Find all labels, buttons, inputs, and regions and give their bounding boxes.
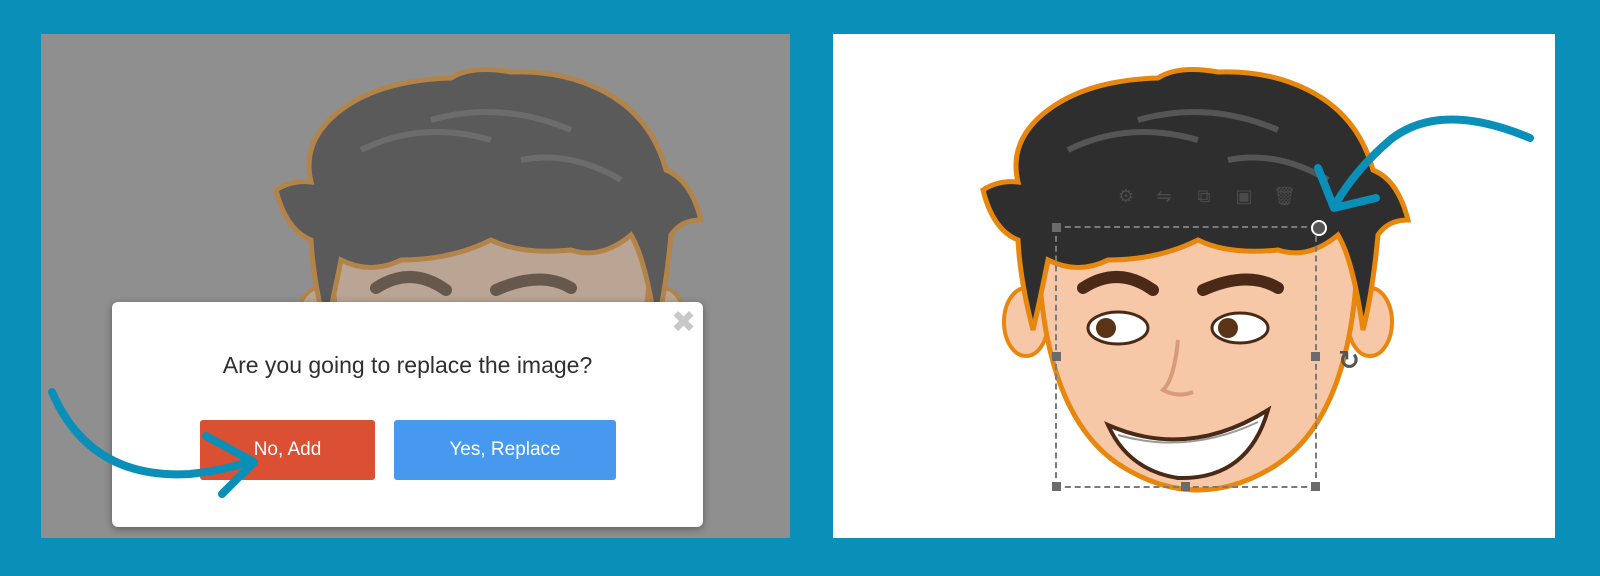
resize-handle-right[interactable] [1311,352,1320,361]
left-panel: ✖ Are you going to replace the image? No… [41,34,790,538]
close-icon[interactable]: ✖ [671,308,696,338]
dialog-question: Are you going to replace the image? [222,352,593,378]
resize-handle-bottom-right[interactable] [1311,482,1320,491]
layers-icon[interactable]: ▣ [1233,186,1255,208]
gear-icon[interactable]: ⚙ [1115,186,1137,208]
rotate-icon[interactable]: ↻ [1335,347,1363,375]
trash-icon[interactable]: 🗑 [1273,186,1296,208]
object-toolbar: ⚙ ⇋ ⧉ ▣ 🗑 [1115,186,1315,210]
yes-replace-button[interactable]: Yes, Replace [394,420,616,480]
resize-handle-top-left[interactable] [1052,223,1061,232]
resize-handle-bottom-left[interactable] [1052,482,1061,491]
resize-handle-left[interactable] [1052,352,1061,361]
resize-handle-bottom[interactable] [1181,482,1190,491]
flip-icon[interactable]: ⇋ [1153,186,1175,208]
scale-handle-icon[interactable] [1311,220,1327,236]
replace-image-dialog: ✖ Are you going to replace the image? No… [112,302,703,527]
no-add-button[interactable]: No, Add [200,420,375,480]
right-panel: ⚙ ⇋ ⧉ ▣ 🗑 ↻ [833,34,1555,538]
duplicate-icon[interactable]: ⧉ [1193,186,1215,208]
selection-box[interactable] [1052,223,1320,491]
